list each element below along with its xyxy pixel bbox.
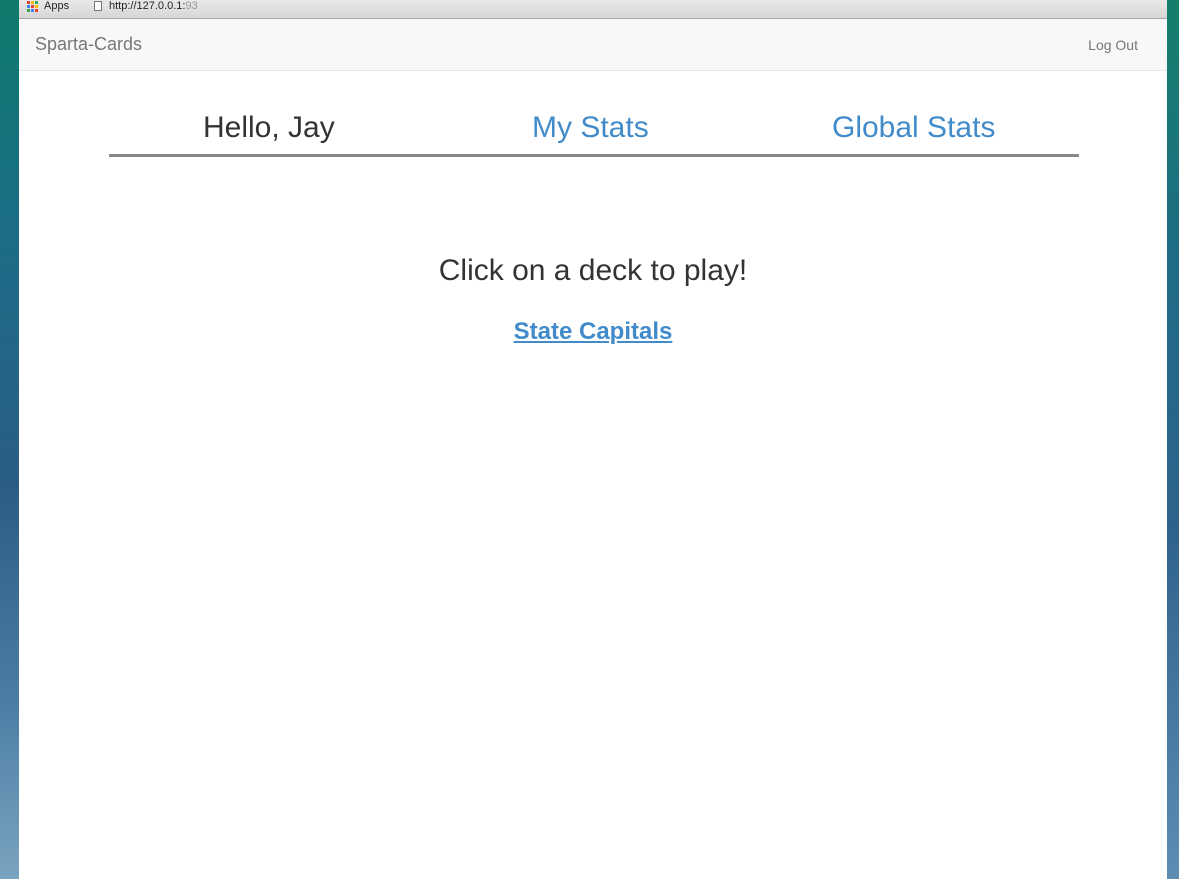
greeting-text: Hello, Jay [203,111,335,144]
apps-grid-dot [31,0,34,4]
tab-my-stats[interactable]: My Stats [532,111,649,145]
apps-grid-dot [35,4,38,8]
logout-link[interactable]: Log Out [1088,37,1138,53]
apps-grid-dot [31,4,34,8]
brand-link[interactable]: Sparta-Cards [35,34,142,55]
apps-grid-dot [35,0,38,4]
bookmarks-bar: Apps http://127.0.0.1:93 [19,0,1167,19]
deck-link-state-capitals[interactable]: State Capitals [19,318,1167,346]
apps-grid-dot [27,4,30,8]
apps-grid-dot [27,0,30,4]
page-heading: Click on a deck to play! [438,254,748,287]
page-icon [94,1,102,11]
desktop-background-right [1167,0,1179,879]
apps-grid-icon [27,0,38,12]
bookmark-url-fade: 93 [185,0,198,12]
browser-window: Apps http://127.0.0.1:93 Sparta-Cards Lo… [19,0,1167,879]
bookmark-url[interactable]: http://127.0.0.1:93 [94,0,198,12]
bookmark-apps[interactable]: Apps [27,0,69,12]
apps-grid-dot [27,8,30,12]
tab-global-stats[interactable]: Global Stats [832,111,995,145]
apps-grid-dot [35,8,38,12]
desktop-background-left [0,0,19,879]
navbar: Sparta-Cards Log Out [19,19,1167,71]
tabs-bar: Hello, Jay My Stats Global Stats [109,107,1079,157]
bookmark-url-text: http://127.0.0.1: [109,0,186,12]
apps-grid-dot [31,8,34,12]
bookmark-apps-label: Apps [44,0,70,12]
